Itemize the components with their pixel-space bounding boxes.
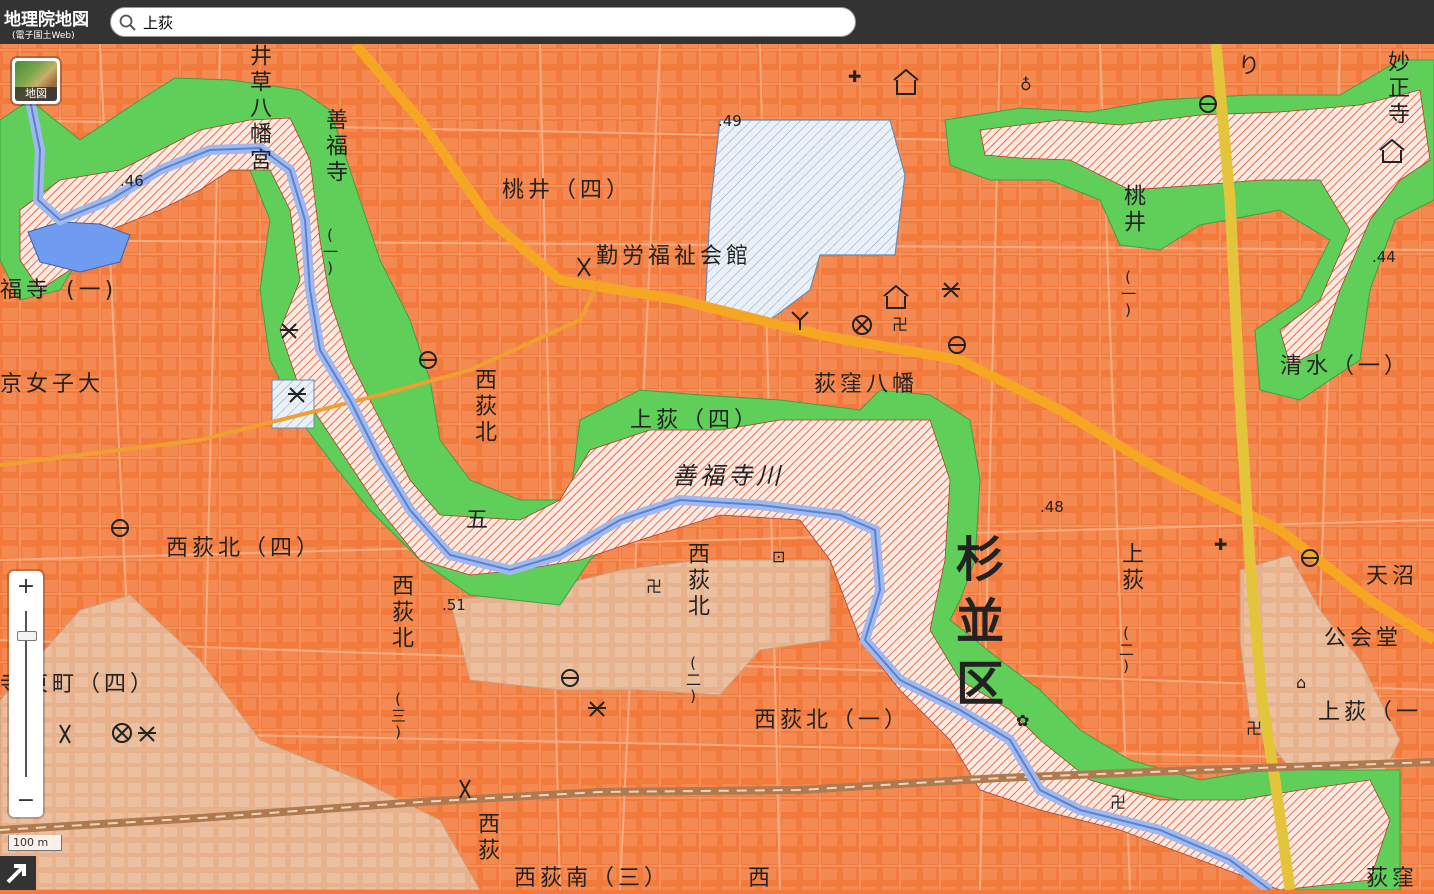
layer-switch-button[interactable]: 地図 <box>12 58 60 104</box>
label-amanuma: 天沼 <box>1366 564 1419 589</box>
search-box[interactable] <box>110 7 856 37</box>
label-nishiogikita1: 西荻北（一） <box>754 708 911 733</box>
label-kinro-fukushi-kaikan: 勤労福祉会館 <box>596 244 753 269</box>
expand-button[interactable] <box>0 856 36 890</box>
label-go: 五 <box>466 508 493 533</box>
app-logo[interactable]: 地理院地図 <box>4 5 89 30</box>
layer-label: 地図 <box>15 87 57 101</box>
label-momoi1: 桃井 <box>1120 184 1145 236</box>
top-bar: 地理院地図 (電子国土Web) <box>0 0 1434 44</box>
label-ogikubo-bottom: 荻窪 <box>1366 866 1419 891</box>
elevation-48: .48 <box>1040 498 1064 516</box>
zoom-slider-handle[interactable] <box>17 630 37 641</box>
label-zenpukuji-paren: (一) <box>321 226 339 277</box>
svg-text:卍: 卍 <box>646 577 662 596</box>
zoom-in-button[interactable]: + <box>9 571 43 603</box>
app-logo-subtitle: (電子国土Web) <box>12 31 75 41</box>
label-shimizu1: 清水（一） <box>1280 354 1411 379</box>
label-kamiogi2-paren: (二) <box>1117 624 1135 675</box>
label-suginami-ku: 杉並区 <box>947 534 1003 720</box>
svg-text:卍: 卍 <box>892 315 908 334</box>
label-nishiogikita2: 西荻北 <box>684 542 709 620</box>
label-kamiogi2: 上荻 <box>1118 542 1143 594</box>
label-nishiogi-kita: 西荻北 <box>471 368 496 446</box>
expand-arrow-icon <box>6 864 26 884</box>
svg-text:✚: ✚ <box>848 67 861 86</box>
elevation-44: .44 <box>1372 248 1396 266</box>
label-zenpukuji: 善福寺 <box>322 108 347 186</box>
label-nishiogikita2-paren: (二) <box>684 654 702 705</box>
label-zenpukujigawa: 善福寺川 <box>672 462 784 490</box>
label-tokyo-joshi-daigaku: 京女子大 <box>0 372 105 397</box>
label-myoshoji: 妙正寺 <box>1384 50 1409 128</box>
label-izuka-hachiman: 井草八幡宮 <box>246 44 271 174</box>
label-kamiogi1: 上荻（一 <box>1318 700 1423 725</box>
label-nishiogiminami3: 西荻南（三） <box>514 866 671 891</box>
search-input[interactable] <box>143 11 833 33</box>
scale-bar: 100 m <box>8 831 62 851</box>
label-nishiogikita3: 西荻北 <box>388 574 413 652</box>
elevation-51: .51 <box>442 596 466 614</box>
label-momoi1-paren: (一) <box>1119 268 1137 319</box>
label-momoi4: 桃井（四） <box>502 178 633 203</box>
label-kokaido: 公会堂 <box>1324 626 1403 651</box>
label-zenpukuji-left: 福寺 <box>0 278 53 303</box>
svg-text:卍: 卍 <box>1246 719 1262 738</box>
elevation-46: .46 <box>120 172 144 190</box>
label-zenpukuji-left-paren: (一) <box>66 278 118 303</box>
scale-label: 100 m <box>8 835 62 851</box>
label-nishiogi-bottom: 西荻 <box>474 812 499 864</box>
label-kamiogi4: 上荻（四） <box>630 408 761 433</box>
label-ogikubo-hachiman: 荻窪八幡 <box>814 372 919 397</box>
label-ri: り <box>1238 54 1265 79</box>
elevation-49: .49 <box>718 112 742 130</box>
zoom-control: + − <box>9 571 43 817</box>
label-nishi-bottom: 西 <box>748 866 775 891</box>
search-icon[interactable] <box>119 14 137 32</box>
svg-text:✚: ✚ <box>1214 535 1227 554</box>
svg-text:卍: 卍 <box>1110 793 1126 812</box>
svg-text:⊡: ⊡ <box>772 547 785 566</box>
svg-text:⌂: ⌂ <box>1296 673 1306 692</box>
svg-text:✿: ✿ <box>1016 711 1029 730</box>
zoom-out-button[interactable]: − <box>9 785 43 817</box>
label-nishiogikita4: 西荻北（四） <box>166 536 323 561</box>
label-nishiogikita3-paren: (三) <box>389 690 407 741</box>
svg-text:♁: ♁ <box>1020 75 1032 94</box>
